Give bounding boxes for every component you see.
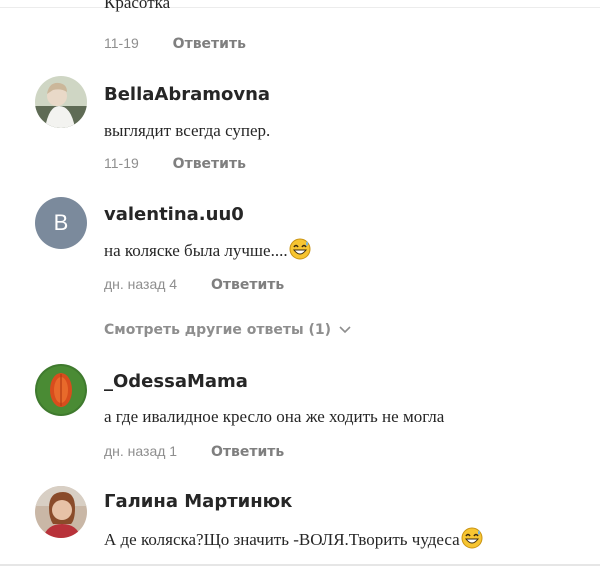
comment-meta: 11-19 Ответить (104, 154, 246, 173)
comment-text: А де коляска?Що значить -ВОЛЯ.Творить чу… (104, 530, 460, 549)
comment-meta: дн. назад 4 Ответить (104, 275, 284, 294)
comment-meta: дн. назад 1 Ответить (104, 442, 284, 461)
comment-meta: 11-19 Ответить (104, 34, 246, 53)
comment-username[interactable]: Галина Мартинюк (104, 491, 292, 513)
chevron-down-icon (339, 321, 351, 339)
reply-button[interactable]: Ответить (173, 155, 246, 173)
comments-panel: Красотка 11-19 Ответить BellaAbramovna в… (0, 0, 600, 566)
comment-date: дн. назад 1 (104, 443, 178, 459)
grinning-sweat-emoji-icon (289, 238, 311, 266)
divider (0, 7, 600, 8)
reply-button[interactable]: Ответить (211, 443, 284, 461)
comment-text-row: А де коляска?Що значить -ВОЛЯ.Творить чу… (104, 527, 483, 555)
comment-text: Красотка (104, 0, 171, 12)
comment-text: на коляске была лучше.... (104, 241, 288, 260)
comment-username[interactable]: _OdessaMama (104, 371, 248, 393)
comment-username[interactable]: valentina.uu0 (104, 204, 244, 226)
avatar[interactable]: B (35, 197, 87, 249)
avatar[interactable] (35, 486, 87, 538)
view-more-replies-button[interactable]: Смотреть другие ответы (1) (104, 321, 351, 339)
comment-date: 11-19 (104, 35, 139, 51)
view-more-label: Смотреть другие ответы (1) (104, 322, 332, 338)
reply-button[interactable]: Ответить (173, 35, 246, 53)
comment-text: а где ивалидное кресло она же ходить не … (104, 407, 445, 426)
comment-date: 11-19 (104, 155, 139, 171)
comment-date: дн. назад 4 (104, 276, 178, 292)
comment-username[interactable]: BellaAbramovna (104, 84, 270, 106)
comment-text: выглядит всегда супер. (104, 121, 271, 140)
avatar[interactable] (35, 76, 87, 128)
grinning-sweat-emoji-icon (461, 527, 483, 555)
reply-button[interactable]: Ответить (211, 276, 284, 294)
avatar[interactable] (35, 364, 87, 416)
comment-text-row: на коляске была лучше.... (104, 238, 311, 266)
